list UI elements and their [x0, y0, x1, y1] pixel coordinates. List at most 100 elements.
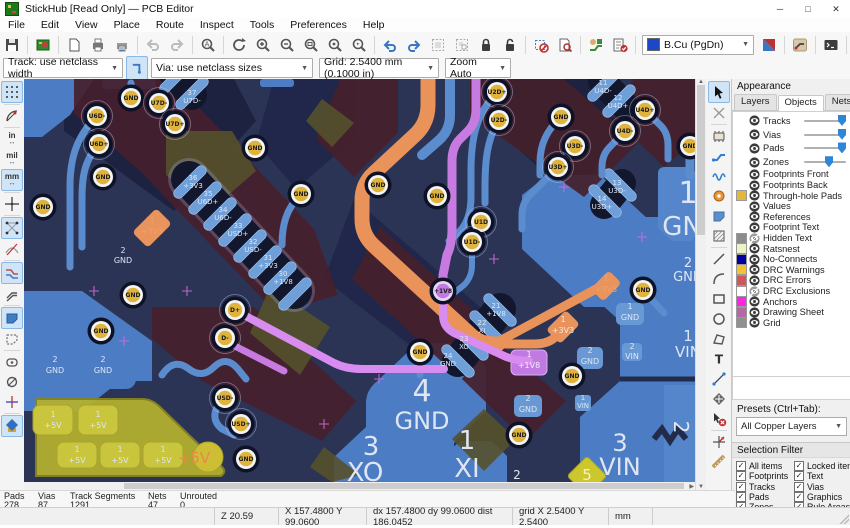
- horizontal-scroll-thumb[interactable]: [124, 483, 684, 489]
- delete-tool-button[interactable]: [709, 409, 729, 429]
- checkbox-checked-icon[interactable]: ✓: [794, 461, 804, 471]
- plot-button[interactable]: [110, 34, 134, 56]
- sketch-tracks-button[interactable]: [2, 284, 22, 304]
- select-tool-button[interactable]: [708, 81, 730, 103]
- layer-pair-button[interactable]: [757, 34, 781, 56]
- add-alignment-target-tool-button[interactable]: [709, 389, 729, 409]
- eye-icon[interactable]: [749, 157, 760, 168]
- menu-preferences[interactable]: Preferences: [282, 19, 355, 31]
- unlock-button[interactable]: [498, 34, 522, 56]
- vertical-scrollbar[interactable]: ▲ ▼: [695, 79, 706, 490]
- route-single-track-button[interactable]: [788, 34, 812, 56]
- via-u4d[interactable]: U4D+: [630, 95, 661, 126]
- checkbox-checked-icon[interactable]: ✓: [794, 482, 804, 492]
- color-swatch[interactable]: [736, 190, 747, 201]
- color-swatch[interactable]: [736, 296, 747, 307]
- eye-icon[interactable]: [749, 201, 760, 212]
- undo-from-selection-button[interactable]: [378, 34, 402, 56]
- zoom-to-selection-button[interactable]: [347, 34, 371, 56]
- undo-button[interactable]: [141, 34, 165, 56]
- via-gnd[interactable]: GND: [365, 172, 392, 199]
- filter-vias[interactable]: ✓Vias: [794, 482, 850, 492]
- color-swatch[interactable]: [736, 243, 747, 254]
- units-inches-button[interactable]: in↔: [2, 129, 22, 149]
- via-u7d[interactable]: U7D+: [160, 109, 191, 140]
- checkbox-checked-icon[interactable]: ✓: [794, 492, 804, 502]
- draw-line-tool-button[interactable]: [709, 249, 729, 269]
- tab-objects[interactable]: Objects: [778, 95, 824, 111]
- opacity-slider[interactable]: [804, 115, 846, 127]
- zoom-out-button[interactable]: [275, 34, 299, 56]
- eye-icon[interactable]: [749, 222, 760, 233]
- eye-icon[interactable]: [749, 264, 760, 275]
- eye-icon[interactable]: [749, 254, 760, 265]
- layer-select[interactable]: B.Cu (PgDn)▼: [642, 35, 754, 55]
- eye-icon[interactable]: [749, 317, 760, 328]
- curved-ratsnest-button[interactable]: [2, 239, 22, 259]
- find-button[interactable]: A: [196, 34, 220, 56]
- draw-circle-tool-button[interactable]: [709, 309, 729, 329]
- sketch-pads-button[interactable]: [2, 352, 22, 372]
- sketch-vias-button[interactable]: [2, 372, 22, 392]
- via-u1d[interactable]: U1D-: [457, 227, 488, 258]
- via-gnd[interactable]: GND: [88, 318, 115, 345]
- opacity-slider[interactable]: [804, 129, 846, 141]
- interactive-router-settings-button[interactable]: [584, 34, 608, 56]
- draw-arc-tool-button[interactable]: [709, 269, 729, 289]
- filter-pads[interactable]: ✓Pads: [736, 492, 794, 502]
- scroll-right-icon[interactable]: ▶: [689, 483, 694, 490]
- via-usd[interactable]: USD-: [210, 383, 241, 414]
- via-gnd[interactable]: GND: [118, 85, 145, 112]
- zone-outlines-button[interactable]: [2, 329, 22, 349]
- measure-tool-button[interactable]: [709, 452, 729, 472]
- print-button[interactable]: [86, 34, 110, 56]
- checkbox-checked-icon[interactable]: ✓: [736, 492, 746, 502]
- redo-from-selection-button[interactable]: [402, 34, 426, 56]
- via-usd[interactable]: USD+: [226, 409, 257, 440]
- filter-footprints[interactable]: ✓Footprints: [736, 471, 794, 481]
- via-size-select[interactable]: Via: use netclass sizes▼: [151, 58, 313, 78]
- track-posture-button[interactable]: [126, 56, 148, 80]
- toggle-drc-off-button[interactable]: [529, 34, 553, 56]
- menu-place[interactable]: Place: [106, 19, 148, 31]
- filled-zones-button[interactable]: [1, 307, 23, 329]
- draw-polygon-tool-button[interactable]: [709, 329, 729, 349]
- via-gnd[interactable]: GND: [506, 422, 533, 449]
- show-ratsnest-button[interactable]: [1, 217, 23, 239]
- route-tracks-tool-button[interactable]: [709, 146, 729, 166]
- scripting-console-button[interactable]: [819, 34, 843, 56]
- opacity-slider[interactable]: [804, 142, 846, 154]
- via-d[interactable]: D-: [210, 323, 241, 354]
- local-ratsnest-tool-button[interactable]: [709, 103, 729, 123]
- refresh-button[interactable]: [227, 34, 251, 56]
- filter-all-items[interactable]: ✓All items: [736, 461, 794, 471]
- eye-icon[interactable]: [749, 169, 760, 180]
- eye-slashed-icon[interactable]: [749, 233, 760, 244]
- vertical-scroll-thumb[interactable]: [697, 85, 705, 235]
- eye-icon[interactable]: [749, 129, 760, 140]
- via-u6d[interactable]: U6D-: [82, 101, 113, 132]
- eye-icon[interactable]: [749, 307, 760, 318]
- minimize-button[interactable]: ─: [766, 0, 794, 18]
- tab-layers[interactable]: Layers: [734, 94, 777, 110]
- color-swatch[interactable]: [736, 275, 747, 286]
- color-swatch[interactable]: [736, 307, 747, 318]
- via-gnd[interactable]: GND: [242, 135, 269, 162]
- menu-tools[interactable]: Tools: [242, 19, 283, 31]
- menu-edit[interactable]: Edit: [33, 19, 67, 31]
- search-documentation-button[interactable]: [553, 34, 577, 56]
- run-drc-button[interactable]: [608, 34, 632, 56]
- units-mm-button[interactable]: mm↔: [1, 169, 23, 191]
- zoom-to-objects-button[interactable]: [323, 34, 347, 56]
- eye-icon[interactable]: [749, 211, 760, 222]
- ungroup-items-button[interactable]: [450, 34, 474, 56]
- filter-locked-items[interactable]: ✓Locked items: [794, 461, 850, 471]
- via-u4d[interactable]: U4D-: [610, 116, 641, 147]
- zoom-select[interactable]: Zoom Auto▼: [445, 58, 511, 78]
- zoom-to-fit-button[interactable]: [299, 34, 323, 56]
- save-button[interactable]: [0, 34, 24, 56]
- via-u6d[interactable]: U6D+: [84, 129, 115, 160]
- eye-icon[interactable]: [749, 190, 760, 201]
- dim-inactive-layers-button[interactable]: [2, 392, 22, 412]
- checkbox-checked-icon[interactable]: ✓: [794, 471, 804, 481]
